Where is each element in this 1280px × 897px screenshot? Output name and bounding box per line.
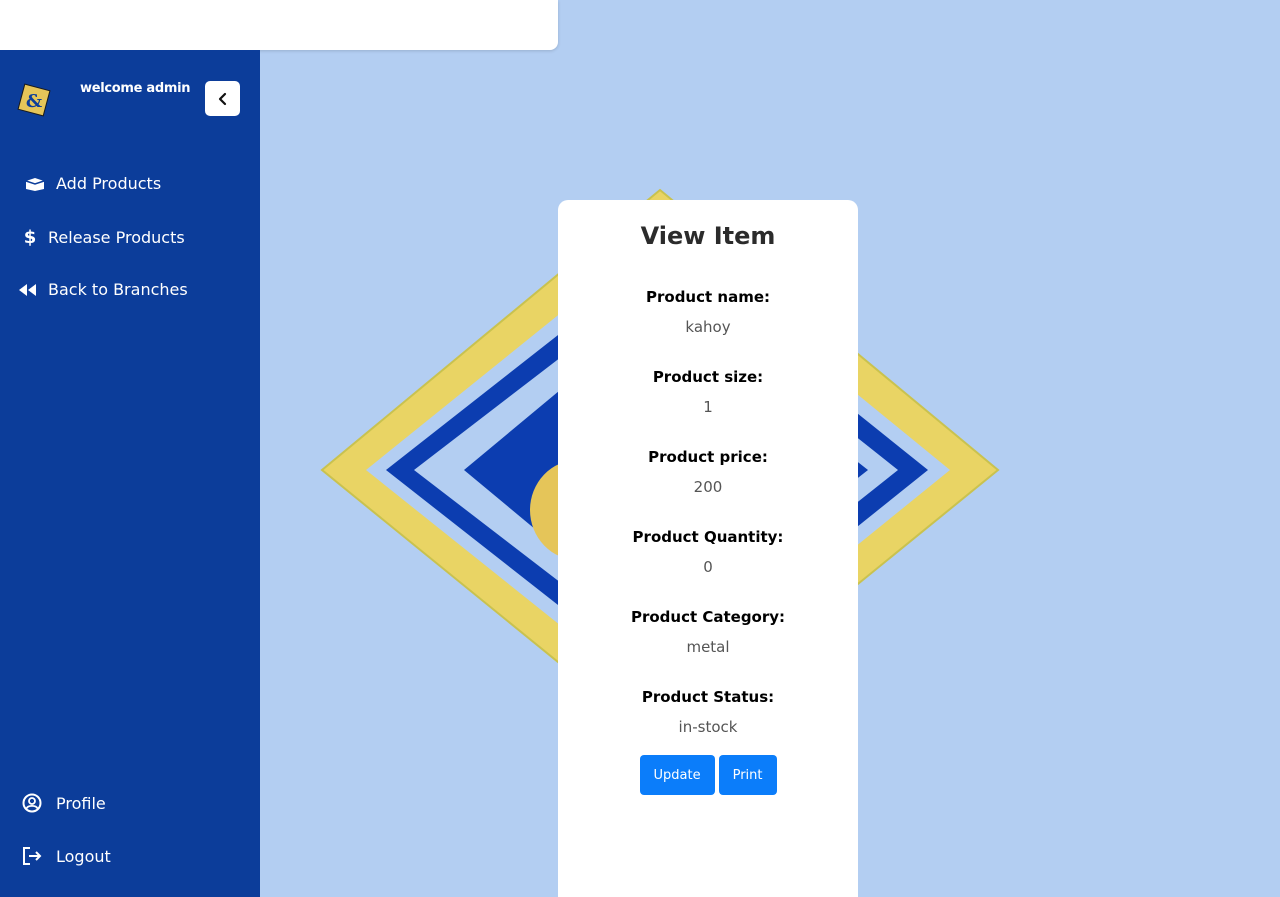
sidebar-item-logout[interactable]: Logout xyxy=(22,846,111,866)
field-value: in-stock xyxy=(678,718,738,736)
sidebar-item-back-to-branches[interactable]: Back to Branches xyxy=(18,280,188,299)
sidebar-item-label: Add Products xyxy=(56,174,162,193)
sidebar: & welcome admin Add Products $ Release P… xyxy=(0,50,260,897)
field-label: Product size: xyxy=(652,368,764,386)
field-label: Product Status: xyxy=(641,688,775,706)
sidebar-item-label: Logout xyxy=(56,846,111,866)
box-icon xyxy=(24,176,46,192)
product-status-field: Product Status: in-stock xyxy=(558,688,858,736)
print-button[interactable]: Print xyxy=(718,755,777,795)
sidebar-collapse-button[interactable] xyxy=(205,81,240,116)
view-item-card: View Item Product name: kahoy Product si… xyxy=(558,200,858,897)
welcome-text: welcome admin xyxy=(80,81,191,96)
svg-text:&: & xyxy=(26,91,42,112)
sidebar-item-label: Back to Branches xyxy=(48,280,188,299)
logo-icon: & xyxy=(17,83,51,117)
field-value: 1 xyxy=(703,398,713,416)
field-value: 0 xyxy=(703,558,713,576)
product-size-field: Product size: 1 xyxy=(558,368,858,416)
sidebar-item-label: Profile xyxy=(56,793,106,813)
field-label: Product price: xyxy=(648,448,768,466)
update-button[interactable]: Update xyxy=(639,755,715,795)
field-label: Product Category: xyxy=(630,608,786,626)
product-quantity-field: Product Quantity: 0 xyxy=(558,528,858,576)
field-label: Product Quantity: xyxy=(632,528,784,546)
sidebar-item-label: Release Products xyxy=(48,228,185,247)
field-value: kahoy xyxy=(685,318,731,336)
sidebar-item-profile[interactable]: Profile xyxy=(22,793,106,813)
rewind-icon xyxy=(18,283,38,297)
user-circle-icon xyxy=(22,793,42,813)
dollar-icon: $ xyxy=(23,227,37,248)
logout-icon xyxy=(22,846,42,866)
page-title: View Item xyxy=(640,222,776,250)
chevron-left-icon xyxy=(218,92,226,105)
product-name-field: Product name: kahoy xyxy=(558,288,858,336)
field-label: Product name: xyxy=(646,288,770,306)
top-bar xyxy=(0,0,558,50)
product-price-field: Product price: 200 xyxy=(558,448,858,496)
field-value: metal xyxy=(686,638,730,656)
product-category-field: Product Category: metal xyxy=(558,608,858,656)
field-value: 200 xyxy=(693,478,723,496)
sidebar-item-add-products[interactable]: Add Products xyxy=(24,174,161,193)
card-actions: Update Print xyxy=(558,755,858,795)
sidebar-item-release-products[interactable]: $ Release Products xyxy=(22,227,185,248)
